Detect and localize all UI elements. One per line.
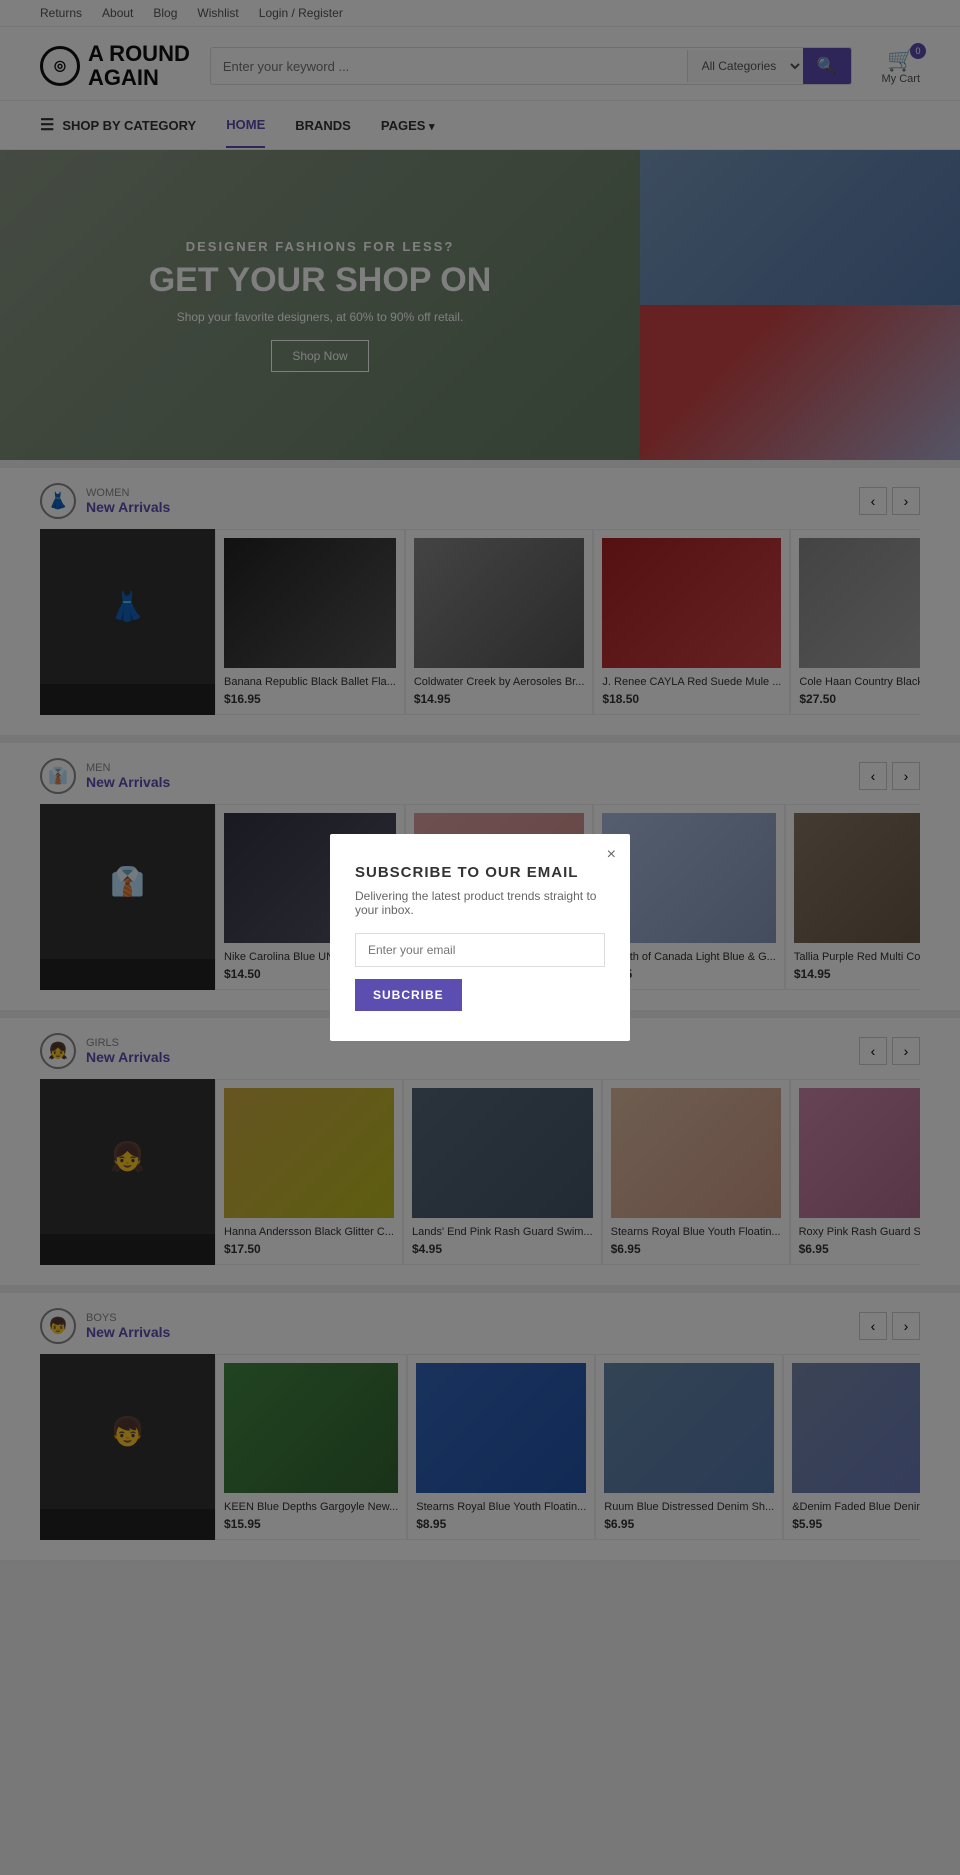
modal-close-button[interactable]: ×	[607, 846, 616, 864]
subscribe-button[interactable]: SUBCRIBE	[355, 979, 462, 1011]
subscribe-modal: × SUBSCRIBE TO OUR EMAIL Delivering the …	[330, 834, 630, 1041]
modal-overlay[interactable]: × SUBSCRIBE TO OUR EMAIL Delivering the …	[0, 0, 960, 1875]
modal-description: Delivering the latest product trends str…	[355, 889, 605, 917]
email-input[interactable]	[355, 933, 605, 967]
modal-title: SUBSCRIBE TO OUR EMAIL	[355, 864, 605, 881]
